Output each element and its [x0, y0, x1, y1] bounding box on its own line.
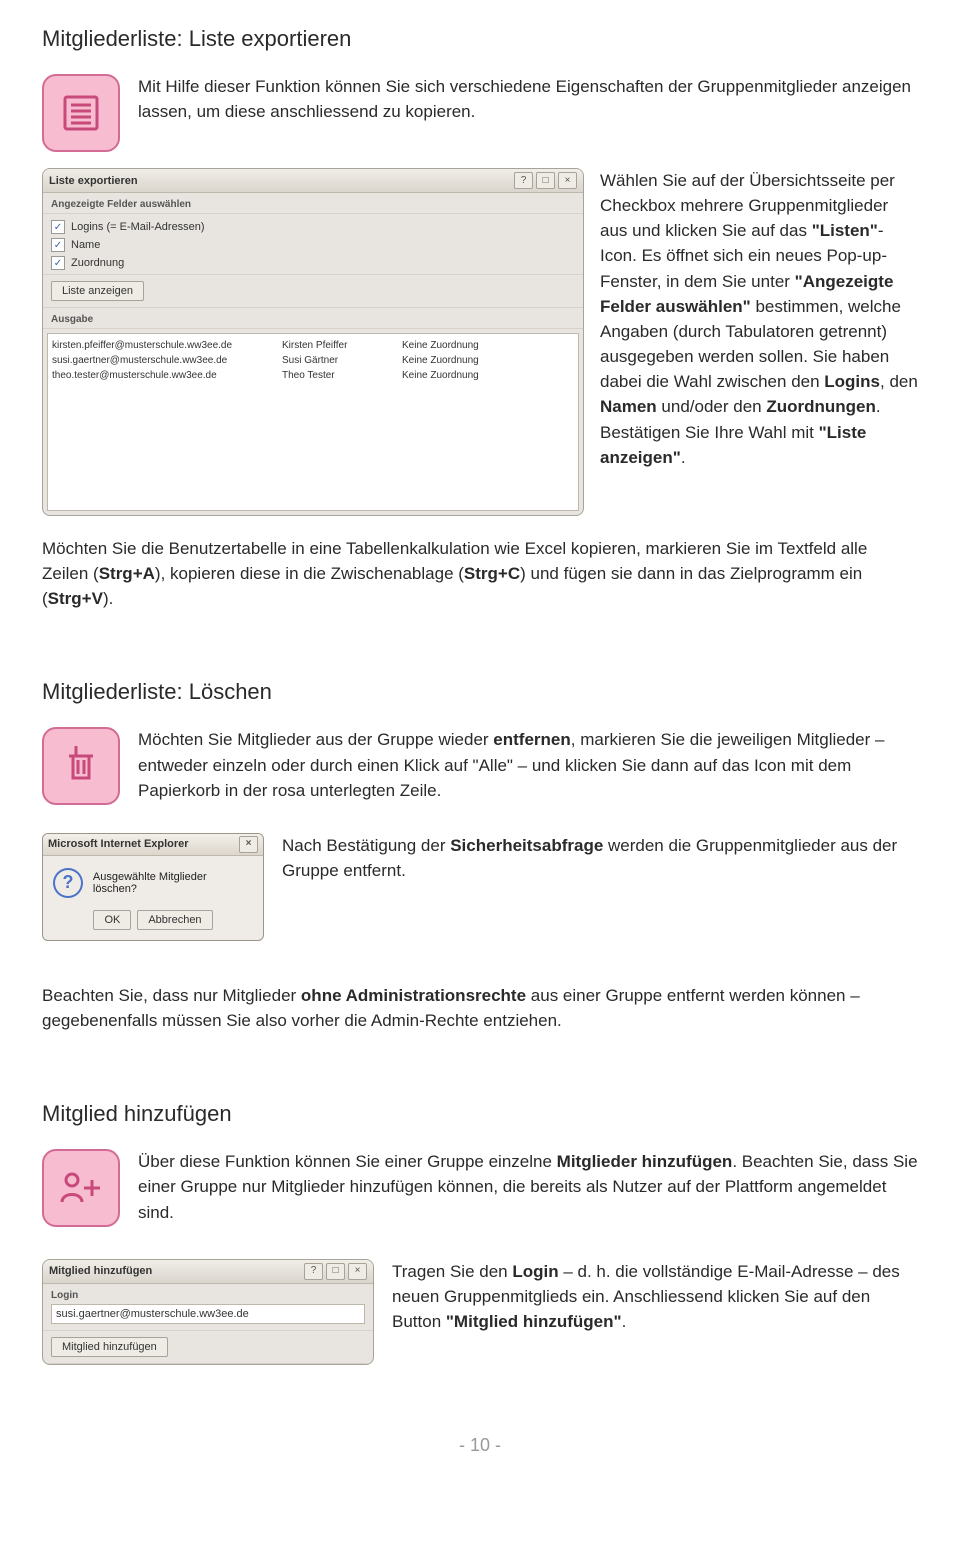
- export-window: Liste exportieren ? □ × Angezeigte Felde…: [42, 168, 584, 516]
- maximize-icon[interactable]: □: [536, 172, 555, 189]
- page-number: - 10 -: [42, 1435, 918, 1456]
- add-member-button[interactable]: Mitglied hinzufügen: [51, 1337, 168, 1357]
- add-intro: Über diese Funktion können Sie einer Gru…: [138, 1149, 918, 1224]
- export-after-text: Möchten Sie die Benutzertabelle in eine …: [42, 536, 918, 611]
- export-window-title: Liste exportieren: [49, 175, 511, 187]
- trash-icon: [42, 727, 120, 805]
- table-row: kirsten.pfeiffer@musterschule.ww3ee.deKi…: [52, 338, 574, 353]
- add-side-text: Tragen Sie den Login – d. h. die vollstä…: [392, 1259, 918, 1334]
- close-icon[interactable]: ×: [558, 172, 577, 189]
- delete-note: Beachten Sie, dass nur Mitglieder ohne A…: [42, 983, 918, 1033]
- confirm-title: Microsoft Internet Explorer: [48, 838, 236, 850]
- export-side-text: Wählen Sie auf der Übersichtsseite per C…: [600, 168, 918, 470]
- confirm-dialog: Microsoft Internet Explorer × ? Ausgewäh…: [42, 833, 264, 941]
- close-icon[interactable]: ×: [348, 1263, 367, 1280]
- delete-confirm-text: Nach Bestätigung der Sicherheitsabfrage …: [282, 833, 918, 883]
- add-window-title: Mitglied hinzufügen: [49, 1265, 301, 1277]
- help-icon[interactable]: ?: [304, 1263, 323, 1280]
- heading-delete: Mitgliederliste: Löschen: [42, 679, 918, 705]
- table-row: susi.gaertner@musterschule.ww3ee.deSusi …: [52, 353, 574, 368]
- checkbox-logins[interactable]: ✓Logins (= E-Mail-Adressen): [51, 218, 575, 236]
- ok-button[interactable]: OK: [93, 910, 131, 930]
- login-label: Login: [51, 1290, 365, 1301]
- maximize-icon[interactable]: □: [326, 1263, 345, 1280]
- add-member-window: Mitglied hinzufügen ? □ × Login Mitglied…: [42, 1259, 374, 1365]
- question-icon: ?: [53, 868, 83, 898]
- confirm-message: Ausgewählte Mitglieder löschen?: [93, 871, 253, 895]
- checkbox-zuordnung[interactable]: ✓Zuordnung: [51, 254, 575, 272]
- help-icon[interactable]: ?: [514, 172, 533, 189]
- output-textarea[interactable]: kirsten.pfeiffer@musterschule.ww3ee.deKi…: [47, 333, 579, 511]
- cancel-button[interactable]: Abbrechen: [137, 910, 212, 930]
- add-user-icon: [42, 1149, 120, 1227]
- output-label: Ausgabe: [43, 308, 583, 329]
- close-icon[interactable]: ×: [239, 836, 258, 853]
- list-icon: [42, 74, 120, 152]
- intro-export: Mit Hilfe dieser Funktion können Sie sic…: [138, 74, 918, 124]
- show-list-button[interactable]: Liste anzeigen: [51, 281, 144, 301]
- delete-intro: Möchten Sie Mitglieder aus der Gruppe wi…: [138, 727, 918, 802]
- checkbox-name[interactable]: ✓Name: [51, 236, 575, 254]
- table-row: theo.tester@musterschule.ww3ee.deTheo Te…: [52, 368, 574, 383]
- heading-add: Mitglied hinzufügen: [42, 1101, 918, 1127]
- fields-label: Angezeigte Felder auswählen: [43, 193, 583, 214]
- login-input[interactable]: [51, 1304, 365, 1324]
- heading-export: Mitgliederliste: Liste exportieren: [42, 26, 918, 52]
